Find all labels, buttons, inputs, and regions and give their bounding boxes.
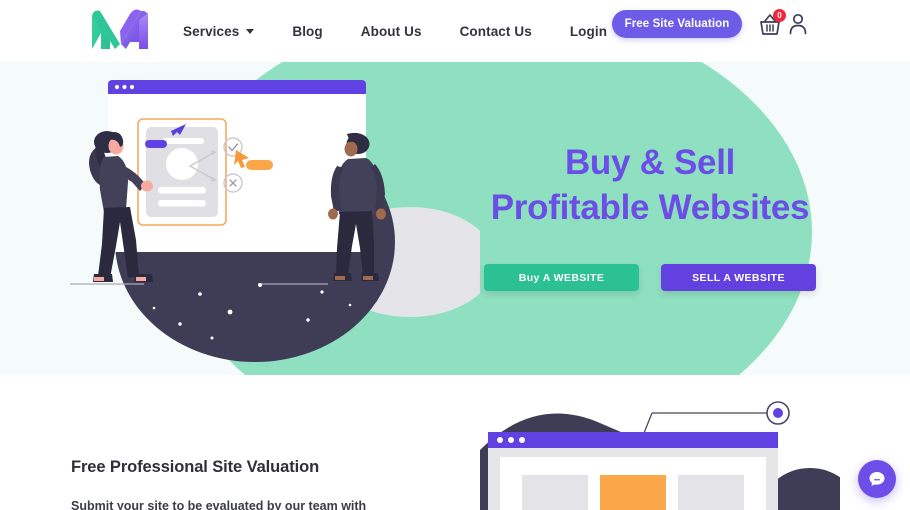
buy-a-website-button[interactable]: Buy A WEBSITE xyxy=(484,264,639,291)
hero-cta-group: Buy A WEBSITE SELL A WEBSITE xyxy=(420,264,880,291)
valuation-section-title: Free Professional Site Valuation xyxy=(71,458,320,476)
sell-a-website-button[interactable]: SELL A WEBSITE xyxy=(661,264,816,291)
chat-widget-button[interactable] xyxy=(858,460,896,498)
nav-item-about-us-label: About Us xyxy=(360,23,422,39)
nav-item-blog-label: Blog xyxy=(292,23,323,39)
free-site-valuation-section: Free Professional Site Valuation Submit … xyxy=(0,375,910,510)
free-site-valuation-button[interactable]: Free Site Valuation xyxy=(612,10,742,38)
nav-item-about-us[interactable]: About Us xyxy=(361,24,441,39)
flippa-m-logo[interactable] xyxy=(88,7,152,49)
website-layout-analysis-illustration xyxy=(480,401,840,510)
hero-heading: Buy & Sell Profitable Websites xyxy=(420,140,880,230)
hero-section: Buy & Sell Profitable Websites Buy A WEB… xyxy=(0,62,910,375)
chat-bubble-icon xyxy=(869,472,885,486)
two-people-reviewing-website-illustration xyxy=(70,80,480,362)
nav-item-login-label: Login xyxy=(569,23,608,39)
nav-item-login[interactable]: Login xyxy=(570,24,607,39)
shopping-basket-button[interactable]: 0 xyxy=(758,9,786,37)
nav-item-services-label: Services xyxy=(183,23,240,39)
nav-item-contact-us[interactable]: Contact Us xyxy=(460,24,551,39)
nav-item-contact-us-label: Contact Us xyxy=(459,23,532,39)
valuation-section-body: Submit your site to be evaluated by our … xyxy=(71,499,367,510)
nav-item-services[interactable]: Services xyxy=(183,24,273,39)
cart-count-badge: 0 xyxy=(773,9,786,22)
hero-heading-line-1: Buy & Sell xyxy=(564,143,736,182)
chevron-down-icon xyxy=(246,28,255,34)
nav-item-blog[interactable]: Blog xyxy=(292,24,341,39)
top-navigation-bar: Services Blog About Us Contact Us Login … xyxy=(0,0,910,62)
nav-links: Services Blog About Us Contact Us Login xyxy=(183,0,607,62)
user-account-icon[interactable] xyxy=(788,13,808,35)
hero-heading-line-2: Profitable Websites xyxy=(490,188,810,228)
